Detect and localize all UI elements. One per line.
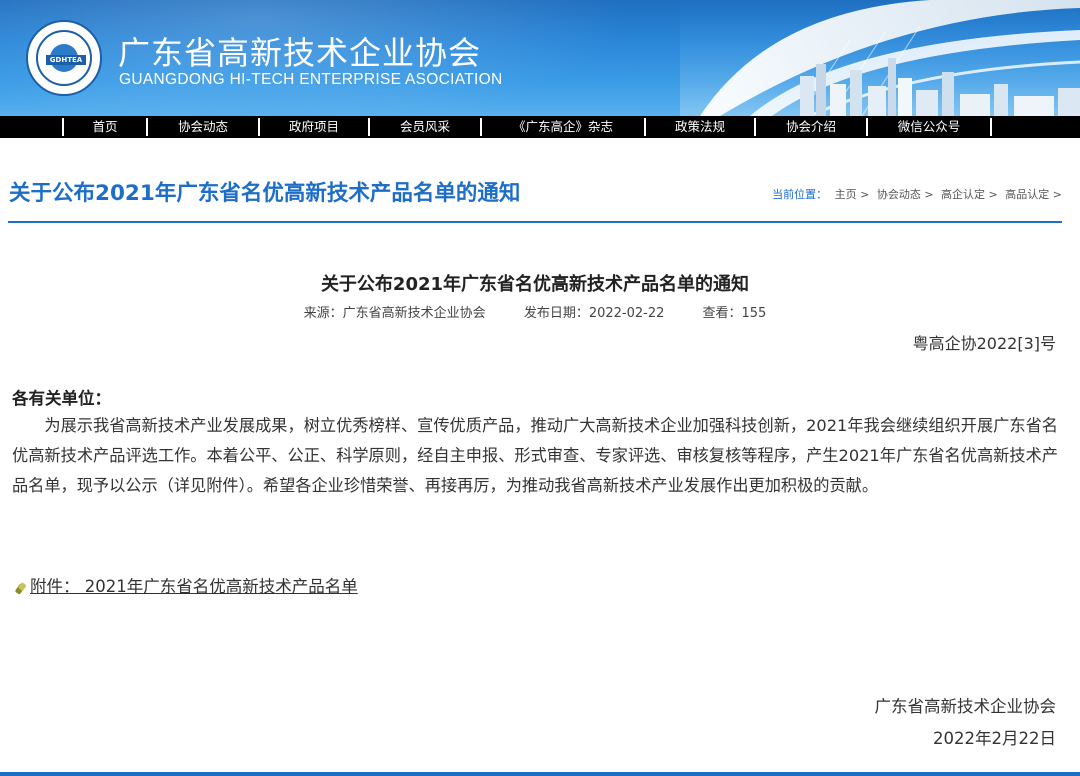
breadcrumb: 当前位置： 主页 > 协会动态 > 高企认定 > 高品认定 >	[768, 186, 1062, 202]
nav-separator	[990, 118, 992, 136]
breadcrumb-item-certification[interactable]: 高企认定 >	[941, 188, 998, 201]
association-logo-icon[interactable]: GDHTEA	[26, 20, 102, 96]
document-number: 粤高企协2022[3]号	[912, 334, 1056, 353]
site-title[interactable]: 广东省高新技术企业协会	[118, 28, 481, 74]
nav-item-member-showcase[interactable]: 会员风采	[370, 116, 480, 138]
article-views: 查看：155	[702, 306, 767, 321]
article-date: 发布日期：2022-02-22	[523, 306, 665, 321]
nav-item-magazine[interactable]: 《广东高企》杂志	[482, 116, 644, 138]
attachment-link[interactable]: 附件： 2021年广东省名优高新技术产品名单	[12, 573, 358, 597]
page-title: 关于公布2021年广东省名优高新技术产品名单的通知	[9, 181, 521, 206]
article-title: 关于公布2021年广东省名优高新技术产品名单的通知	[320, 274, 750, 295]
logo-tag: GDHTEA	[46, 55, 86, 65]
nav-item-policies[interactable]: 政策法规	[646, 116, 754, 138]
city-skyline-icon	[680, 0, 1080, 116]
signature-date: 2022年2月22日	[933, 729, 1056, 748]
title-divider	[8, 221, 1062, 223]
nav-item-association-news[interactable]: 协会动态	[148, 116, 258, 138]
article-body: 为展示我省高新技术产业发展成果，树立优秀榜样、宣传优质产品，推动广大高新技术企业…	[12, 416, 1058, 495]
bottom-divider	[0, 772, 1080, 776]
breadcrumb-item-product-certification[interactable]: 高品认定 >	[1005, 188, 1062, 201]
nav-item-government-projects[interactable]: 政府项目	[260, 116, 368, 138]
nav-item-wechat[interactable]: 微信公众号	[868, 116, 990, 138]
article-source: 来源：广东省高新技术企业协会	[303, 306, 486, 321]
salutation: 各有关单位：	[12, 389, 111, 408]
article-meta: 来源：广东省高新技术企业协会 发布日期：2022-02-22 查看：155	[0, 302, 1070, 321]
attachment-text[interactable]: 附件： 2021年广东省名优高新技术产品名单	[30, 577, 358, 596]
breadcrumb-label: 当前位置：	[772, 188, 828, 201]
attachment-clip-icon	[15, 582, 26, 594]
signature-organization: 广东省高新技术企业协会	[874, 697, 1057, 716]
nav-item-home[interactable]: 首页	[64, 116, 146, 138]
breadcrumb-item-news[interactable]: 协会动态 >	[877, 188, 934, 201]
main-navigation: 首页 协会动态 政府项目 会员风采 《广东高企》杂志 政策法规 协会介绍 微信公…	[0, 116, 1080, 138]
nav-item-about[interactable]: 协会介绍	[756, 116, 866, 138]
site-subtitle: GUANGDONG HI-TECH ENTERPRISE ASOCIATION	[119, 71, 503, 88]
breadcrumb-item-home[interactable]: 主页 >	[835, 188, 870, 201]
header-banner: GDHTEA 广东省高新技术企业协会 GUANGDONG HI-TECH ENT…	[0, 0, 1080, 116]
